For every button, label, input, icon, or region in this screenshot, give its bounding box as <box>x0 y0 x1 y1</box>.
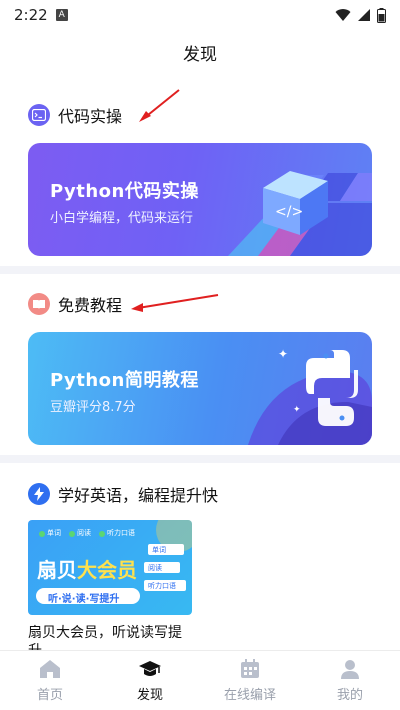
tab-label: 我的 <box>336 688 363 703</box>
tab-discover[interactable]: 发现 <box>100 651 200 710</box>
terminal-icon <box>28 104 50 126</box>
graduation-cap-icon <box>139 661 161 676</box>
status-time: 2:22 <box>14 6 48 24</box>
card-caption: 扇贝大会员，听说读写提 <box>28 625 182 641</box>
svg-text:✦: ✦ <box>293 405 301 415</box>
card-headline-b: 大会员 <box>77 558 137 582</box>
section-title: 代码实操 <box>58 107 123 126</box>
card-pill: 听·说·读·写提升 <box>48 594 120 605</box>
card-side-tag: 听力口语 <box>148 582 176 590</box>
banner-subtitle: 豆瓣评分8.7分 <box>50 400 136 415</box>
page-title: 发现 <box>183 45 217 65</box>
python-tutorial-banner[interactable]: ✦ ✦ Python简明教程 豆瓣评分8.7分 <box>28 332 372 445</box>
section-english-header: 学好英语，编程提升快 <box>28 482 218 506</box>
wifi-icon <box>335 9 351 21</box>
section-title: 免费教程 <box>58 296 123 315</box>
banner-subtitle: 小白学编程，代码来运行 <box>50 211 194 226</box>
book-icon <box>28 293 50 315</box>
calendar-icon <box>241 659 259 678</box>
card-headline: 扇贝 大会员 <box>37 554 137 583</box>
lightning-icon <box>28 483 50 505</box>
section-divider <box>0 455 400 463</box>
svg-text:✦: ✦ <box>278 347 288 361</box>
red-arrow-annotation <box>131 294 219 312</box>
tab-online-compiler[interactable]: 在线编译 <box>200 651 300 710</box>
bottom-tab-bar: 首页 发现 在线编译 我的 <box>0 650 400 710</box>
red-arrow-annotation <box>139 89 180 122</box>
shanbay-membership-card[interactable]: 单词 阅读 听力口语 扇贝 大会员 听·说·读·写提升 单词 阅读 听力口语 <box>28 520 192 615</box>
tab-home[interactable]: 首页 <box>0 651 100 710</box>
section-code-practice-header: 代码实操 <box>28 103 122 127</box>
section-divider <box>0 266 400 274</box>
card-side-tag: 阅读 <box>148 564 162 572</box>
section-free-tutorials-header: 免费教程 <box>28 292 122 316</box>
battery-icon <box>377 7 386 23</box>
person-icon <box>341 660 359 679</box>
card-tag: 单词 <box>47 529 61 537</box>
status-icons <box>335 7 386 23</box>
tab-mine[interactable]: 我的 <box>300 651 400 710</box>
tab-label: 首页 <box>36 688 63 703</box>
card-side-tag: 单词 <box>152 546 166 554</box>
banner-title: Python简明教程 <box>50 370 199 391</box>
card-headline-a: 扇贝 <box>37 558 77 582</box>
python-code-practice-banner[interactable]: </> Python代码实操 小白学编程，代码来运行 <box>28 143 372 256</box>
status-bar: 2:22 A <box>0 0 400 30</box>
notification-icon: A <box>55 9 68 21</box>
home-icon <box>40 660 60 678</box>
svg-text:</>: </> <box>275 204 303 220</box>
signal-icon <box>358 9 370 21</box>
tab-label: 发现 <box>136 688 163 703</box>
card-tag: 阅读 <box>77 529 91 537</box>
card-tag: 听力口语 <box>107 529 135 537</box>
banner-title: Python代码实操 <box>50 181 199 202</box>
tab-label: 在线编译 <box>223 688 276 703</box>
section-title: 学好英语，编程提升快 <box>58 486 219 505</box>
